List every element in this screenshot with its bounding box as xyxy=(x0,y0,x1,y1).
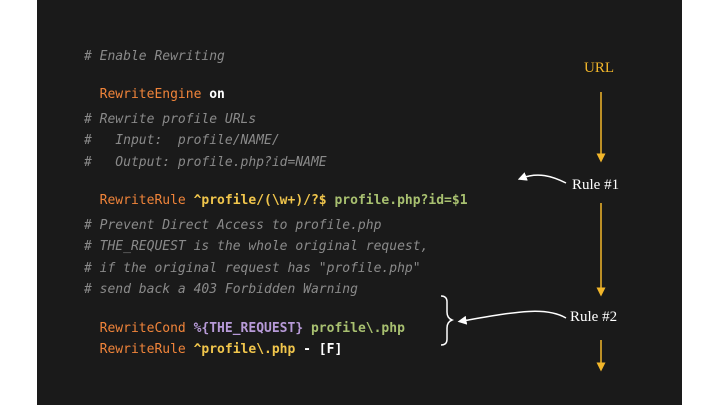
rule2-label: Rule #2 xyxy=(570,309,618,325)
rule1-pointer-arrow xyxy=(517,172,567,184)
url-label: URL xyxy=(584,60,614,76)
rule2-brace xyxy=(440,295,455,346)
rule1-label: Rule #1 xyxy=(572,177,620,193)
rule2-pointer-arrow xyxy=(457,310,567,325)
